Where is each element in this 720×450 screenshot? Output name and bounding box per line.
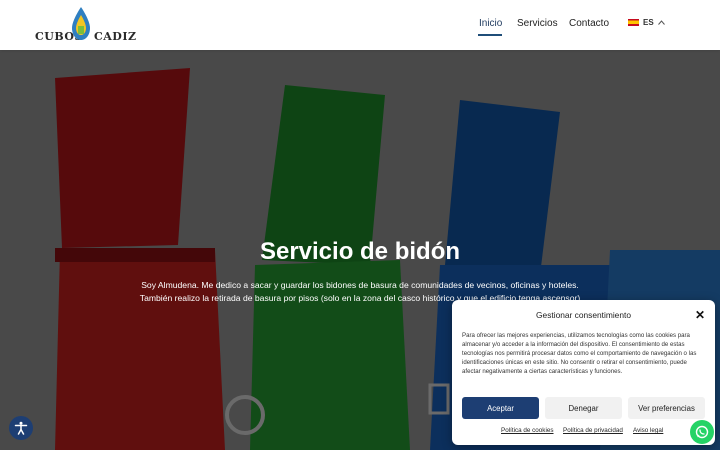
- nav-item-contacto[interactable]: Contacto: [569, 18, 609, 29]
- language-selector[interactable]: ES: [628, 18, 665, 27]
- close-icon[interactable]: ✕: [695, 308, 705, 322]
- accept-button[interactable]: Aceptar: [462, 397, 539, 419]
- whatsapp-button[interactable]: [690, 420, 714, 444]
- legal-notice-link[interactable]: Aviso legal: [633, 427, 663, 434]
- water-drop-logo-icon: [72, 7, 90, 40]
- whatsapp-icon: [695, 425, 709, 439]
- view-preferences-button[interactable]: Ver preferencias: [628, 397, 705, 419]
- nav-item-servicios[interactable]: Servicios: [517, 18, 558, 29]
- spain-flag-icon: [628, 19, 639, 26]
- logo-text-right: CADIZ: [94, 30, 137, 43]
- language-label: ES: [643, 18, 654, 27]
- hero-title: Servicio de bidón: [259, 238, 461, 265]
- nav-item-inicio[interactable]: Inicio: [479, 18, 502, 29]
- deny-button[interactable]: Denegar: [545, 397, 622, 419]
- site-header: CUBOS CADIZ Inicio Servicios Contacto ES: [0, 0, 720, 50]
- hero-description-line-1: Soy Almudena. Me dedico a sacar y guarda…: [141, 280, 579, 290]
- privacy-policy-link[interactable]: Política de privacidad: [563, 427, 623, 434]
- cookie-consent-dialog: Gestionar consentimiento ✕ Para ofrecer …: [452, 300, 715, 445]
- consent-title: Gestionar consentimiento: [536, 310, 631, 320]
- chevron-up-icon: [657, 20, 665, 25]
- consent-description: Para ofrecer las mejores experiencias, u…: [462, 332, 697, 375]
- cookie-policy-link[interactable]: Política de cookies: [501, 427, 554, 434]
- nav-active-indicator: [478, 34, 502, 36]
- accessibility-button[interactable]: [9, 416, 33, 440]
- accessibility-icon: [14, 421, 28, 435]
- site-logo[interactable]: CUBOS CADIZ: [35, 6, 136, 46]
